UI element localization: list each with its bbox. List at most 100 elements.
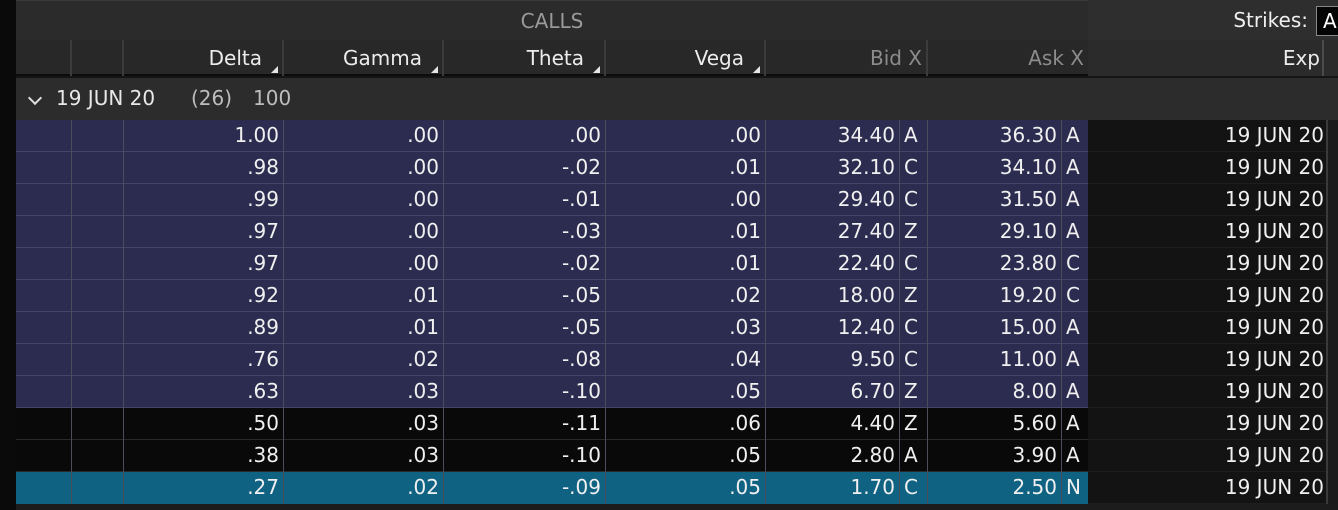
chevron-down-icon[interactable]	[27, 90, 43, 106]
blank-cell[interactable]	[16, 312, 72, 344]
delta-cell[interactable]: .76	[124, 344, 284, 376]
blank-cell[interactable]	[72, 184, 124, 216]
ask-exchange-cell[interactable]: A	[1062, 312, 1088, 344]
delta-cell[interactable]: 1.00	[124, 120, 284, 152]
blank-cell[interactable]	[72, 152, 124, 184]
blank-cell[interactable]	[16, 376, 72, 408]
bid-cell[interactable]: 18.00	[766, 280, 900, 312]
option-row[interactable]: 1.00.00.00.00 34.40 A 36.30 A 19 JUN 20	[16, 120, 1338, 152]
delta-cell[interactable]: .97	[124, 216, 284, 248]
vega-cell[interactable]: .06	[606, 408, 766, 440]
col-blank-1[interactable]	[16, 40, 72, 76]
ask-cell[interactable]: 5.60	[928, 408, 1062, 440]
delta-cell[interactable]: .89	[124, 312, 284, 344]
option-row[interactable]: .89.01 -.05.03 12.40 C 15.00 A 19 JUN 20	[16, 312, 1338, 344]
delta-cell[interactable]: .63	[124, 376, 284, 408]
expiration-cell[interactable]: 19 JUN 20	[1088, 408, 1326, 440]
ask-exchange-cell[interactable]: A	[1062, 152, 1088, 184]
bid-exchange-cell[interactable]: C	[900, 312, 928, 344]
expiration-cell[interactable]: 19 JUN 20	[1088, 344, 1326, 376]
ask-exchange-cell[interactable]: C	[1062, 280, 1088, 312]
ask-cell[interactable]: 8.00	[928, 376, 1062, 408]
ask-exchange-cell[interactable]: A	[1062, 216, 1088, 248]
ask-cell[interactable]: 36.30	[928, 120, 1062, 152]
ask-cell[interactable]: 23.80	[928, 248, 1062, 280]
expiration-cell[interactable]: 19 JUN 20	[1088, 472, 1326, 504]
bid-exchange-cell[interactable]: Z	[900, 376, 928, 408]
col-bid-header[interactable]: Bid X	[766, 40, 928, 76]
blank-cell[interactable]	[72, 216, 124, 248]
theta-cell[interactable]: -.09	[444, 472, 606, 504]
ask-cell[interactable]: 15.00	[928, 312, 1062, 344]
ask-exchange-cell[interactable]: A	[1062, 440, 1088, 472]
option-row[interactable]: .97.00 -.02.01 22.40 C 23.80 C 19 JUN 20	[16, 248, 1338, 280]
blank-cell[interactable]	[72, 120, 124, 152]
col-delta-header[interactable]: Delta	[124, 40, 284, 76]
gamma-cell[interactable]: .03	[284, 376, 444, 408]
option-row[interactable]: .63.03 -.10.05 6.70 Z 8.00 A 19 JUN 20	[16, 376, 1338, 408]
blank-cell[interactable]	[16, 120, 72, 152]
ask-exchange-cell[interactable]: A	[1062, 344, 1088, 376]
theta-cell[interactable]: -.10	[444, 376, 606, 408]
option-row[interactable]: .98.00 -.02.01 32.10 C 34.10 A 19 JUN 20	[16, 152, 1338, 184]
bid-cell[interactable]: 6.70	[766, 376, 900, 408]
theta-cell[interactable]: -.03	[444, 216, 606, 248]
gamma-cell[interactable]: .01	[284, 280, 444, 312]
theta-cell[interactable]: -.02	[444, 248, 606, 280]
blank-cell[interactable]	[72, 312, 124, 344]
ask-cell[interactable]: 2.50	[928, 472, 1062, 504]
option-row[interactable]: .27.02 -.09.05 1.70 C 2.50 N 19 JUN 20	[16, 472, 1338, 504]
blank-cell[interactable]	[16, 248, 72, 280]
delta-cell[interactable]: .27	[124, 472, 284, 504]
blank-cell[interactable]	[16, 408, 72, 440]
gamma-cell[interactable]: .03	[284, 440, 444, 472]
option-row[interactable]: .92.01 -.05.02 18.00 Z 19.20 C 19 JUN 20	[16, 280, 1338, 312]
ask-exchange-cell[interactable]: A	[1062, 120, 1088, 152]
bid-exchange-cell[interactable]: C	[900, 248, 928, 280]
delta-cell[interactable]: .98	[124, 152, 284, 184]
bid-cell[interactable]: 27.40	[766, 216, 900, 248]
bid-cell[interactable]: 29.40	[766, 184, 900, 216]
expiration-cell[interactable]: 19 JUN 20	[1088, 216, 1326, 248]
expiration-cell[interactable]: 19 JUN 20	[1088, 184, 1326, 216]
strikes-select[interactable]: A	[1316, 6, 1338, 36]
theta-cell[interactable]: -.05	[444, 312, 606, 344]
gamma-cell[interactable]: .00	[284, 120, 444, 152]
bid-exchange-cell[interactable]: C	[900, 184, 928, 216]
expiration-cell[interactable]: 19 JUN 20	[1088, 312, 1326, 344]
blank-cell[interactable]	[16, 440, 72, 472]
gamma-cell[interactable]: .00	[284, 216, 444, 248]
gamma-cell[interactable]: .00	[284, 184, 444, 216]
blank-cell[interactable]	[72, 472, 124, 504]
blank-cell[interactable]	[72, 280, 124, 312]
bid-cell[interactable]: 4.40	[766, 408, 900, 440]
bid-exchange-cell[interactable]: C	[900, 344, 928, 376]
gamma-cell[interactable]: .01	[284, 312, 444, 344]
blank-cell[interactable]	[16, 344, 72, 376]
bid-exchange-cell[interactable]: Z	[900, 280, 928, 312]
ask-exchange-cell[interactable]: N	[1062, 472, 1088, 504]
blank-cell[interactable]	[16, 472, 72, 504]
theta-cell[interactable]: -.08	[444, 344, 606, 376]
vega-cell[interactable]: .02	[606, 280, 766, 312]
expiration-cell[interactable]: 19 JUN 20	[1088, 280, 1326, 312]
blank-cell[interactable]	[16, 280, 72, 312]
col-theta-header[interactable]: Theta	[444, 40, 606, 76]
theta-cell[interactable]: -.05	[444, 280, 606, 312]
vega-cell[interactable]: .01	[606, 152, 766, 184]
vega-cell[interactable]: .00	[606, 184, 766, 216]
bid-cell[interactable]: 32.10	[766, 152, 900, 184]
col-exp-header[interactable]: Exp	[1088, 40, 1338, 76]
vega-cell[interactable]: .01	[606, 248, 766, 280]
delta-cell[interactable]: .38	[124, 440, 284, 472]
expiration-cell[interactable]: 19 JUN 20	[1088, 440, 1326, 472]
ask-exchange-cell[interactable]: A	[1062, 376, 1088, 408]
gamma-cell[interactable]: .02	[284, 472, 444, 504]
delta-cell[interactable]: .97	[124, 248, 284, 280]
ask-exchange-cell[interactable]: A	[1062, 408, 1088, 440]
gamma-cell[interactable]: .00	[284, 152, 444, 184]
blank-cell[interactable]	[72, 248, 124, 280]
col-ask-header[interactable]: Ask X	[928, 40, 1088, 76]
option-row[interactable]: .50.03 -.11.06 4.40 Z 5.60 A 19 JUN 20	[16, 408, 1338, 440]
delta-cell[interactable]: .99	[124, 184, 284, 216]
